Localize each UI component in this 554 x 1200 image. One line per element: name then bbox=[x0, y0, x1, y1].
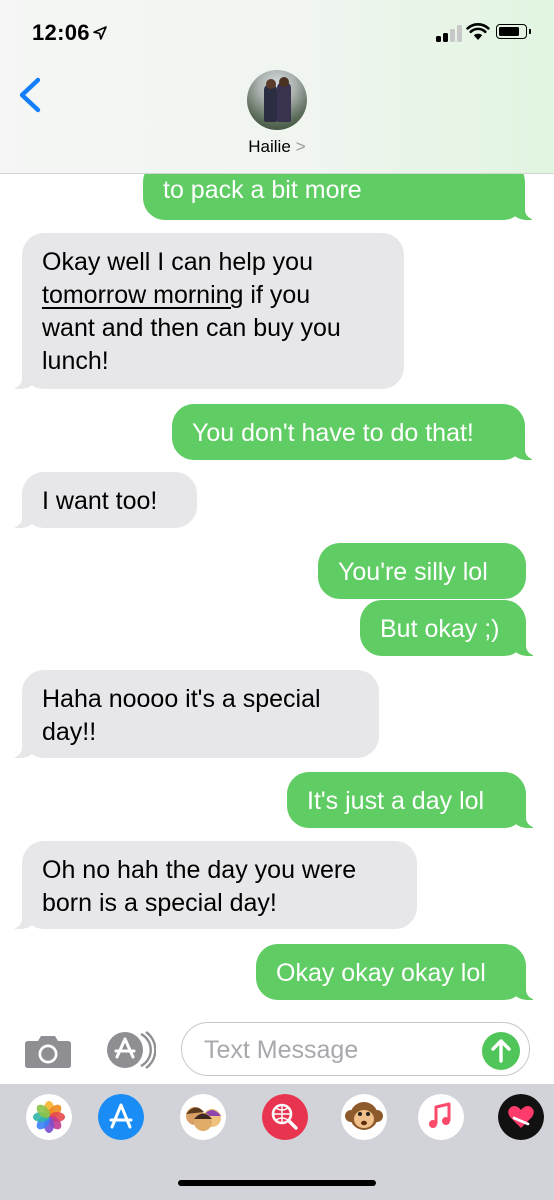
message-text: Oh no hah the day you were bbox=[42, 856, 357, 884]
message-text: want and then can buy you bbox=[42, 314, 341, 342]
message-text: born is a special day! bbox=[42, 889, 277, 917]
text-message-input[interactable] bbox=[202, 1034, 476, 1066]
message-text: It's just a day lol bbox=[307, 787, 485, 815]
memoji-app-icon[interactable] bbox=[180, 1094, 226, 1140]
message-text: Haha noooo it's a special bbox=[42, 685, 321, 713]
message-text: to pack a bit more bbox=[163, 176, 362, 204]
message-text: if you bbox=[243, 281, 311, 309]
message-bubble-incoming[interactable]: I want too! bbox=[6, 472, 197, 528]
message-bubble-incoming[interactable]: Oh no hah the day you were born is a spe… bbox=[6, 841, 417, 929]
app-store-apps-icon[interactable] bbox=[104, 1030, 156, 1070]
contact-chevron-icon: > bbox=[295, 137, 306, 156]
status-bar: 12:06 bbox=[0, 0, 554, 62]
message-thread[interactable]: to pack a bit more Okay well I can help … bbox=[0, 174, 554, 1010]
message-bubble-outgoing[interactable]: You don't have to do that! bbox=[172, 404, 541, 460]
music-app-icon[interactable] bbox=[418, 1094, 464, 1140]
back-chevron-icon[interactable] bbox=[14, 74, 50, 116]
message-bubble-outgoing[interactable]: to pack a bit more bbox=[143, 174, 541, 220]
web-images-search-icon[interactable] bbox=[262, 1094, 308, 1140]
message-text: But okay ;) bbox=[380, 615, 500, 643]
contact-avatar[interactable] bbox=[247, 70, 307, 130]
battery-icon bbox=[496, 24, 531, 39]
detected-date-link[interactable]: tomorrow morning bbox=[42, 281, 243, 309]
message-bubble-incoming[interactable]: Haha noooo it's a special day!! bbox=[6, 670, 379, 758]
contact-name-button[interactable]: Hailie > bbox=[0, 137, 554, 157]
digital-touch-heart-icon[interactable] bbox=[498, 1094, 544, 1140]
message-input-field[interactable] bbox=[181, 1022, 530, 1076]
message-text: day!! bbox=[42, 718, 97, 746]
wifi-icon bbox=[466, 22, 490, 40]
message-text: You're silly lol bbox=[338, 558, 488, 586]
photos-app-icon[interactable] bbox=[26, 1094, 72, 1140]
send-arrow-icon[interactable] bbox=[482, 1032, 520, 1070]
cellular-signal-icon bbox=[436, 24, 462, 42]
message-bubble-outgoing[interactable]: Okay okay okay lol bbox=[256, 944, 542, 1000]
message-text: lunch! bbox=[42, 347, 109, 375]
location-arrow-icon bbox=[93, 26, 107, 40]
status-time: 12:06 bbox=[32, 20, 90, 45]
camera-icon[interactable] bbox=[24, 1034, 72, 1068]
animoji-monkey-icon[interactable] bbox=[341, 1094, 387, 1140]
contact-name-label: Hailie bbox=[248, 137, 291, 156]
message-bubble-outgoing[interactable]: But okay ;) bbox=[360, 600, 542, 656]
message-text: I want too! bbox=[42, 487, 158, 515]
app-store-icon[interactable] bbox=[98, 1094, 144, 1140]
home-indicator[interactable] bbox=[178, 1180, 376, 1186]
message-bubble-outgoing[interactable]: You're silly lol bbox=[318, 543, 526, 599]
message-text: Okay well I can help you bbox=[42, 248, 313, 276]
message-bubble-incoming[interactable]: Okay well I can help you tomorrow mornin… bbox=[6, 233, 404, 389]
message-text: Okay okay okay lol bbox=[276, 959, 486, 987]
message-bubble-outgoing[interactable]: It's just a day lol bbox=[287, 772, 542, 828]
message-text: You don't have to do that! bbox=[192, 419, 474, 447]
